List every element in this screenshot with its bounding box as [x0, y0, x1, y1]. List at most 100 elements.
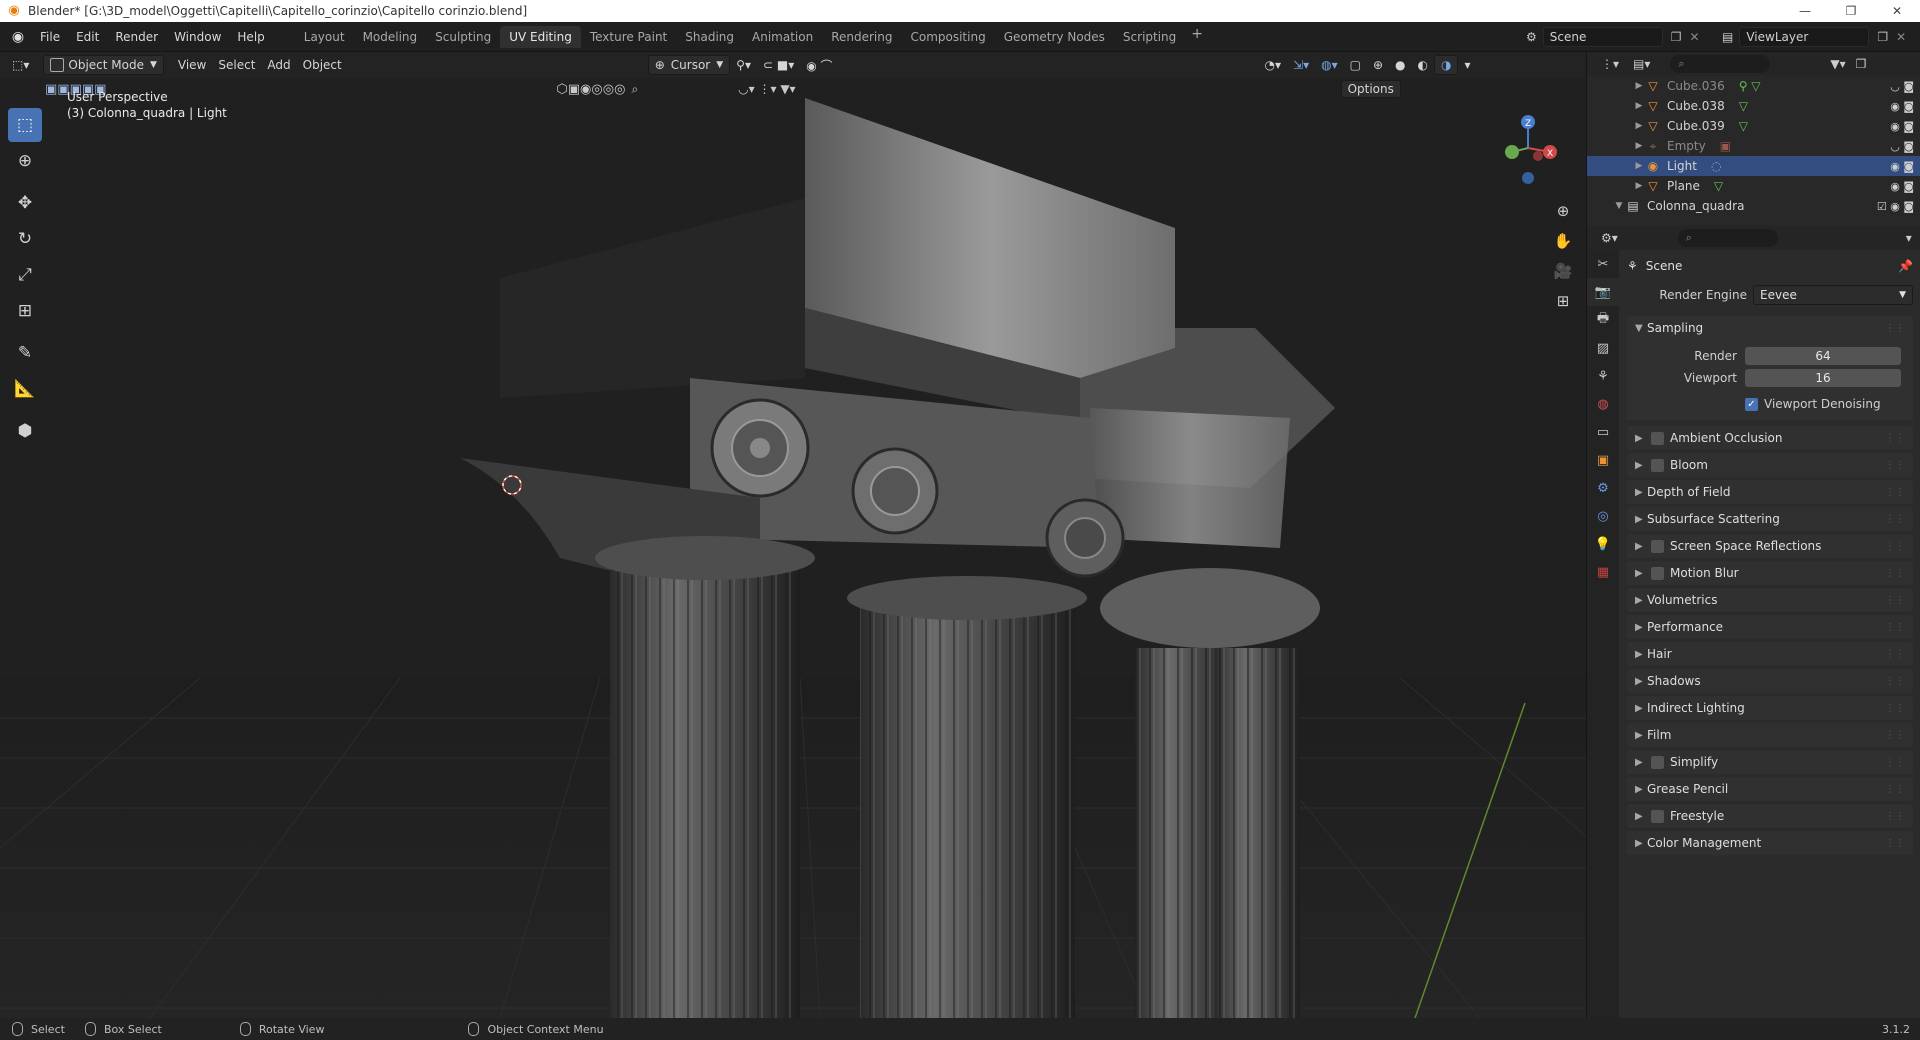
3d-viewport[interactable]: ▣▣▣▣▣ ⬡▣◉◎◎◎ ⌕ ◡▾ ⋮▾ ▼▾ Options User Per… — [0, 78, 1586, 1018]
enable-checkbox[interactable] — [1651, 458, 1664, 472]
expand-arrow-icon[interactable]: ▶ — [1633, 101, 1645, 111]
enable-checkbox[interactable] — [1651, 539, 1664, 553]
expand-arrow-icon[interactable]: ▶ — [1633, 81, 1645, 91]
drag-grip-icon[interactable]: ⋮⋮ — [1885, 703, 1905, 714]
render-engine-select[interactable]: Eevee ▼ — [1753, 285, 1913, 305]
snap-icon[interactable]: ⊂ ■▾ — [757, 55, 800, 75]
camera-view-icon[interactable]: 🎥 — [1551, 256, 1575, 286]
viewport-samples-field[interactable]: 16 — [1745, 369, 1901, 387]
outliner-row-cube-039[interactable]: ▶ ▽ Cube.039 ▽ ◉ ◙ — [1587, 116, 1920, 136]
mode-selector[interactable]: Object Mode ▼ — [43, 55, 164, 75]
visibility-icons[interactable]: ◉ ◙ — [1890, 120, 1914, 133]
physics-tab-icon[interactable]: ◎ — [1587, 502, 1619, 530]
tab-texture-paint[interactable]: Texture Paint — [581, 26, 676, 48]
expand-arrow-icon[interactable]: ▶ — [1633, 121, 1645, 131]
visibility-icons[interactable]: ◡ ◙ — [1890, 80, 1914, 93]
tab-animation[interactable]: Animation — [743, 26, 822, 48]
zoom-icon[interactable]: ⊕ — [1551, 196, 1575, 226]
panel-subsurface-scattering[interactable]: ▶ Subsurface Scattering ⋮⋮ — [1627, 507, 1913, 531]
properties-editor-icon[interactable]: ⚙▾ — [1601, 231, 1618, 245]
scene-selector[interactable]: ⚙ Scene ❐ ✕ — [1526, 26, 1706, 48]
visibility-icons[interactable]: ◉ ◙ — [1890, 160, 1914, 173]
shading-options-icon[interactable]: ▾ — [1458, 55, 1476, 75]
select-box-tool[interactable]: ⬚ — [8, 108, 42, 142]
transform-orientation-icon[interactable]: ⚲▾ — [730, 55, 757, 75]
properties-options-icon[interactable]: ▾ — [1906, 231, 1912, 245]
view-layer-remove-icon[interactable]: ✕ — [1896, 30, 1906, 44]
outliner-row-plane[interactable]: ▶ ▽ Plane ▽ ◉ ◙ — [1587, 176, 1920, 196]
view-layer-selector[interactable]: ▤ ViewLayer ❐ ✕ — [1722, 26, 1912, 48]
drag-grip-icon[interactable]: ⋮⋮ — [1885, 649, 1905, 660]
menu-window[interactable]: Window — [166, 26, 229, 48]
measure-tool[interactable]: 📐 — [8, 372, 42, 406]
drag-grip-icon[interactable]: ⋮⋮ — [1885, 595, 1905, 606]
rotate-tool[interactable]: ↻ — [8, 222, 42, 256]
outliner-row-light[interactable]: ▶ ◉ Light ◌ ◉ ◙ — [1587, 156, 1920, 176]
panel-bloom[interactable]: ▶ Bloom ⋮⋮ — [1627, 453, 1913, 477]
panel-simplify[interactable]: ▶ Simplify ⋮⋮ — [1627, 750, 1913, 774]
overlay-toggle-icon[interactable]: ◍▾ — [1315, 55, 1344, 75]
panel-volumetrics[interactable]: ▶ Volumetrics ⋮⋮ — [1627, 588, 1913, 612]
panel-ambient-occlusion[interactable]: ▶ Ambient Occlusion ⋮⋮ — [1627, 426, 1913, 450]
object-tab-icon[interactable]: ▣ — [1587, 446, 1619, 474]
panel-shadows[interactable]: ▶ Shadows ⋮⋮ — [1627, 669, 1913, 693]
drag-grip-icon[interactable]: ⋮⋮ — [1885, 568, 1905, 579]
panel-freestyle[interactable]: ▶ Freestyle ⋮⋮ — [1627, 804, 1913, 828]
editor-type-icon[interactable]: ⬚▾ — [6, 55, 35, 75]
tab-rendering[interactable]: Rendering — [822, 26, 901, 48]
drag-grip-icon[interactable]: ⋮⋮ — [1885, 811, 1905, 822]
output-tab-icon[interactable]: 🖶 — [1587, 306, 1619, 334]
texture-tab-icon[interactable]: ▦ — [1587, 558, 1619, 586]
visibility-icons[interactable]: ◉ ◙ — [1890, 180, 1914, 193]
outliner-row-empty[interactable]: ▶ ⌖ Empty ▣ ◡ ◙ — [1587, 136, 1920, 156]
panel-screen-space-reflections[interactable]: ▶ Screen Space Reflections ⋮⋮ — [1627, 534, 1913, 558]
object-data-tab-icon[interactable]: 💡 — [1587, 530, 1619, 558]
menu-file[interactable]: File — [32, 26, 68, 48]
visibility-icons[interactable]: ◉ ◙ — [1890, 100, 1914, 113]
add-workspace-button[interactable]: + — [1185, 26, 1209, 48]
outliner-filter-icon[interactable]: ▼▾ — [1830, 57, 1845, 71]
scene-tab-icon[interactable]: ⚘ — [1587, 362, 1619, 390]
view-layer-field[interactable]: ViewLayer — [1739, 27, 1870, 47]
outliner-editor-icon[interactable]: ⋮▾ — [1601, 57, 1619, 71]
expand-arrow-icon[interactable]: ▶ — [1633, 181, 1645, 191]
properties-search-input[interactable]: ⌕ — [1677, 229, 1778, 247]
navigation-gizmo[interactable]: Z X — [1494, 108, 1566, 188]
options-button[interactable]: Options — [1340, 80, 1401, 98]
view-layer-tab-icon[interactable]: ▨ — [1587, 334, 1619, 362]
pan-hand-icon[interactable]: ✋ — [1551, 226, 1575, 256]
panel-depth-of-field[interactable]: ▶ Depth of Field ⋮⋮ — [1627, 480, 1913, 504]
move-tool[interactable]: ✥ — [8, 186, 42, 220]
tab-scripting[interactable]: Scripting — [1114, 26, 1185, 48]
tab-shading[interactable]: Shading — [676, 26, 743, 48]
xray-toggle-icon[interactable]: ▢ — [1344, 55, 1367, 75]
menu-select[interactable]: Select — [212, 55, 261, 75]
filter-icons[interactable]: ◡▾ ⋮▾ ▼▾ — [738, 82, 795, 96]
visibility-icons[interactable]: ☑ ◉ ◙ — [1877, 200, 1914, 213]
expand-arrow-icon[interactable]: ▶ — [1633, 141, 1645, 151]
drag-grip-icon[interactable]: ⋮⋮ — [1885, 730, 1905, 741]
scene-remove-icon[interactable]: ✕ — [1690, 30, 1700, 44]
ortho-grid-icon[interactable]: ⊞ — [1551, 286, 1575, 316]
tab-modeling[interactable]: Modeling — [354, 26, 427, 48]
drag-grip-icon[interactable]: ⋮⋮ — [1885, 514, 1905, 525]
menu-add[interactable]: Add — [261, 55, 296, 75]
drag-grip-icon[interactable]: ⋮⋮ — [1885, 433, 1905, 444]
drag-grip-icon[interactable]: ⋮⋮ — [1885, 460, 1905, 471]
transform-affect-icons[interactable]: ⬡▣◉◎◎◎ — [556, 82, 625, 97]
menu-object[interactable]: Object — [297, 55, 348, 75]
modifier-tab-icon[interactable]: ⚙ — [1587, 474, 1619, 502]
scale-tool[interactable]: ⤢ — [8, 258, 42, 292]
outliner-search-input[interactable]: ⌕ — [1670, 55, 1771, 73]
cursor-tool[interactable]: ⊕ — [8, 144, 42, 178]
shading-solid-icon[interactable]: ● — [1389, 55, 1411, 75]
enable-checkbox[interactable] — [1651, 809, 1664, 823]
drag-grip-icon[interactable]: ⋮⋮ — [1885, 487, 1905, 498]
tab-geometry-nodes[interactable]: Geometry Nodes — [995, 26, 1114, 48]
drag-grip-icon[interactable]: ⋮⋮ — [1885, 838, 1905, 849]
shading-material-icon[interactable]: ◐ — [1411, 55, 1433, 75]
panel-motion-blur[interactable]: ▶ Motion Blur ⋮⋮ — [1627, 561, 1913, 585]
drag-grip-icon[interactable]: ⋮⋮ — [1885, 676, 1905, 687]
viewport-denoising-checkbox[interactable]: ✓ — [1745, 397, 1758, 411]
menu-help[interactable]: Help — [229, 26, 272, 48]
